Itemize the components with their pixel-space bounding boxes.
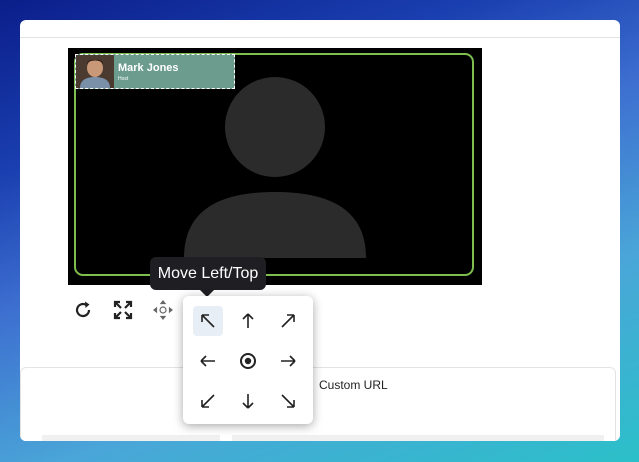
move-left-button[interactable] <box>193 346 223 376</box>
video-preview: Mark Jones Host <box>68 48 482 285</box>
input-field[interactable] <box>232 435 604 441</box>
move-position-button[interactable] <box>153 300 173 320</box>
participant-role: Host <box>118 76 129 82</box>
move-right-button[interactable] <box>273 346 303 376</box>
fullscreen-button[interactable] <box>113 300 133 320</box>
arrow-right-icon <box>281 355 296 367</box>
arrow-down-right-icon <box>281 394 295 408</box>
participant-name: Mark Jones <box>118 62 179 74</box>
move-center-button[interactable] <box>233 346 263 376</box>
position-picker <box>183 296 313 424</box>
move-down-button[interactable] <box>233 386 263 416</box>
custom-url-label: Custom URL <box>319 378 388 392</box>
target-icon <box>240 353 256 369</box>
arrow-down-left-icon <box>201 394 215 408</box>
move-up-button[interactable] <box>233 306 263 336</box>
tooltip: Move Left/Top <box>150 257 266 290</box>
input-field[interactable] <box>42 435 220 441</box>
participant-nameplate[interactable]: Mark Jones Host <box>75 54 235 89</box>
move-up-right-button[interactable] <box>273 306 303 336</box>
arrow-up-left-icon <box>201 314 215 328</box>
expand-icon <box>113 300 133 320</box>
divider <box>20 37 620 38</box>
arrow-up-right-icon <box>281 314 295 328</box>
move-down-right-button[interactable] <box>273 386 303 416</box>
move-up-left-button[interactable] <box>193 306 223 336</box>
arrow-left-icon <box>200 355 215 367</box>
refresh-button[interactable] <box>73 300 93 320</box>
move-down-left-button[interactable] <box>193 386 223 416</box>
settings-panel <box>20 367 616 441</box>
arrow-down-icon <box>242 394 254 409</box>
arrow-up-icon <box>242 313 254 328</box>
avatar <box>76 55 114 88</box>
main-card: Mark Jones Host Move Left/Top Custom URL <box>20 20 620 441</box>
refresh-icon <box>75 301 91 318</box>
move-icon <box>153 300 173 320</box>
